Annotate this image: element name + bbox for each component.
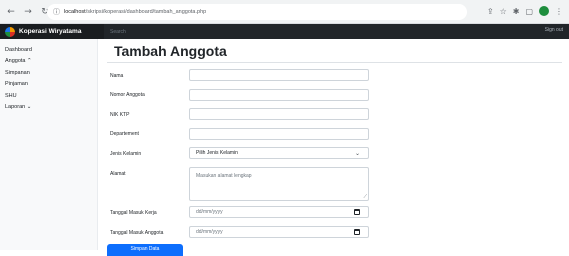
title-divider: [107, 62, 562, 63]
jenis-kelamin-select[interactable]: Pilih Jenis Kelamin ⌄: [189, 147, 369, 159]
alamat-textarea[interactable]: Masukan alamat lengkap ⟋: [189, 167, 369, 201]
submit-button[interactable]: Simpan Data: [107, 244, 183, 256]
share-icon[interactable]: ⇪: [487, 7, 494, 16]
label-jenis-kelamin: Jenis Kelamin: [110, 151, 142, 157]
label-nik-ktp: NIK KTP: [110, 112, 130, 118]
sidepanel-icon[interactable]: ▢: [525, 7, 533, 16]
label-nama: Nama: [110, 73, 124, 79]
logo-icon: [5, 26, 15, 37]
arrow-right-icon[interactable]: →: [22, 6, 34, 18]
brand-name: Koperasi Wiryatama: [19, 28, 82, 35]
label-alamat: Alamat: [110, 171, 126, 177]
brand[interactable]: Koperasi Wiryatama: [0, 24, 104, 39]
page-title: Tambah Anggota: [114, 43, 227, 59]
signout-link[interactable]: Sign out: [545, 27, 563, 33]
label-tanggal-masuk-anggota: Tanggal Masuk Anggota: [110, 230, 164, 236]
tanggal-masuk-kerja-input[interactable]: dd/mm/yyyy: [189, 206, 369, 218]
sidebar: Dashboard Anggota ⌃ Simpanan Pinjaman SH…: [0, 39, 98, 250]
profile-avatar[interactable]: [539, 6, 549, 16]
search-input[interactable]: Search: [110, 29, 126, 35]
chevron-down-icon: ⌄: [354, 150, 360, 157]
jenis-kelamin-value: Pilih Jenis Kelamin: [196, 150, 238, 156]
sidebar-item-anggota[interactable]: Anggota ⌃: [0, 56, 97, 68]
label-departement: Departement: [110, 131, 139, 137]
nik-ktp-input[interactable]: [189, 108, 369, 120]
menu-icon[interactable]: ⋮: [555, 7, 563, 16]
tanggal-masuk-anggota-value: dd/mm/yyyy: [196, 229, 223, 235]
address-bar[interactable]: ⓘ localhost /skripsi/koperasi/dashboard/…: [47, 4, 467, 20]
top-navbar: Koperasi Wiryatama Search Sign out: [0, 24, 569, 39]
tanggal-masuk-anggota-input[interactable]: dd/mm/yyyy: [189, 226, 369, 238]
nama-input[interactable]: [189, 69, 369, 81]
departement-input[interactable]: [189, 128, 369, 140]
url-path: /skripsi/koperasi/dashboard/tambah_anggo…: [85, 9, 207, 15]
sidebar-item-dashboard[interactable]: Dashboard: [0, 44, 97, 56]
sidebar-item-laporan[interactable]: Laporan ⌄: [0, 102, 97, 114]
sidebar-item-shu[interactable]: SHU: [0, 90, 97, 102]
calendar-icon[interactable]: [354, 229, 360, 235]
browser-actions: ⇪ ☆ ✱ ▢ ⋮: [487, 6, 563, 16]
sidebar-item-pinjaman[interactable]: Pinjaman: [0, 79, 97, 91]
sidebar-item-simpanan[interactable]: Simpanan: [0, 67, 97, 79]
alamat-placeholder: Masukan alamat lengkap: [196, 173, 252, 179]
extensions-icon[interactable]: ✱: [513, 7, 520, 16]
url-host: localhost: [64, 9, 86, 15]
info-icon[interactable]: ⓘ: [53, 7, 60, 17]
star-icon[interactable]: ☆: [500, 7, 507, 16]
calendar-icon[interactable]: [354, 209, 360, 215]
label-tanggal-masuk-kerja: Tanggal Masuk Kerja: [110, 210, 157, 216]
nomor-anggota-input[interactable]: [189, 89, 369, 101]
arrow-left-icon[interactable]: ←: [5, 6, 17, 18]
browser-toolbar: ← → ↻ ⓘ localhost /skripsi/koperasi/dash…: [0, 0, 569, 24]
label-nomor-anggota: Nomor Anggota: [110, 92, 145, 98]
tanggal-masuk-kerja-value: dd/mm/yyyy: [196, 209, 223, 215]
resize-handle-icon[interactable]: ⟋: [363, 194, 367, 200]
